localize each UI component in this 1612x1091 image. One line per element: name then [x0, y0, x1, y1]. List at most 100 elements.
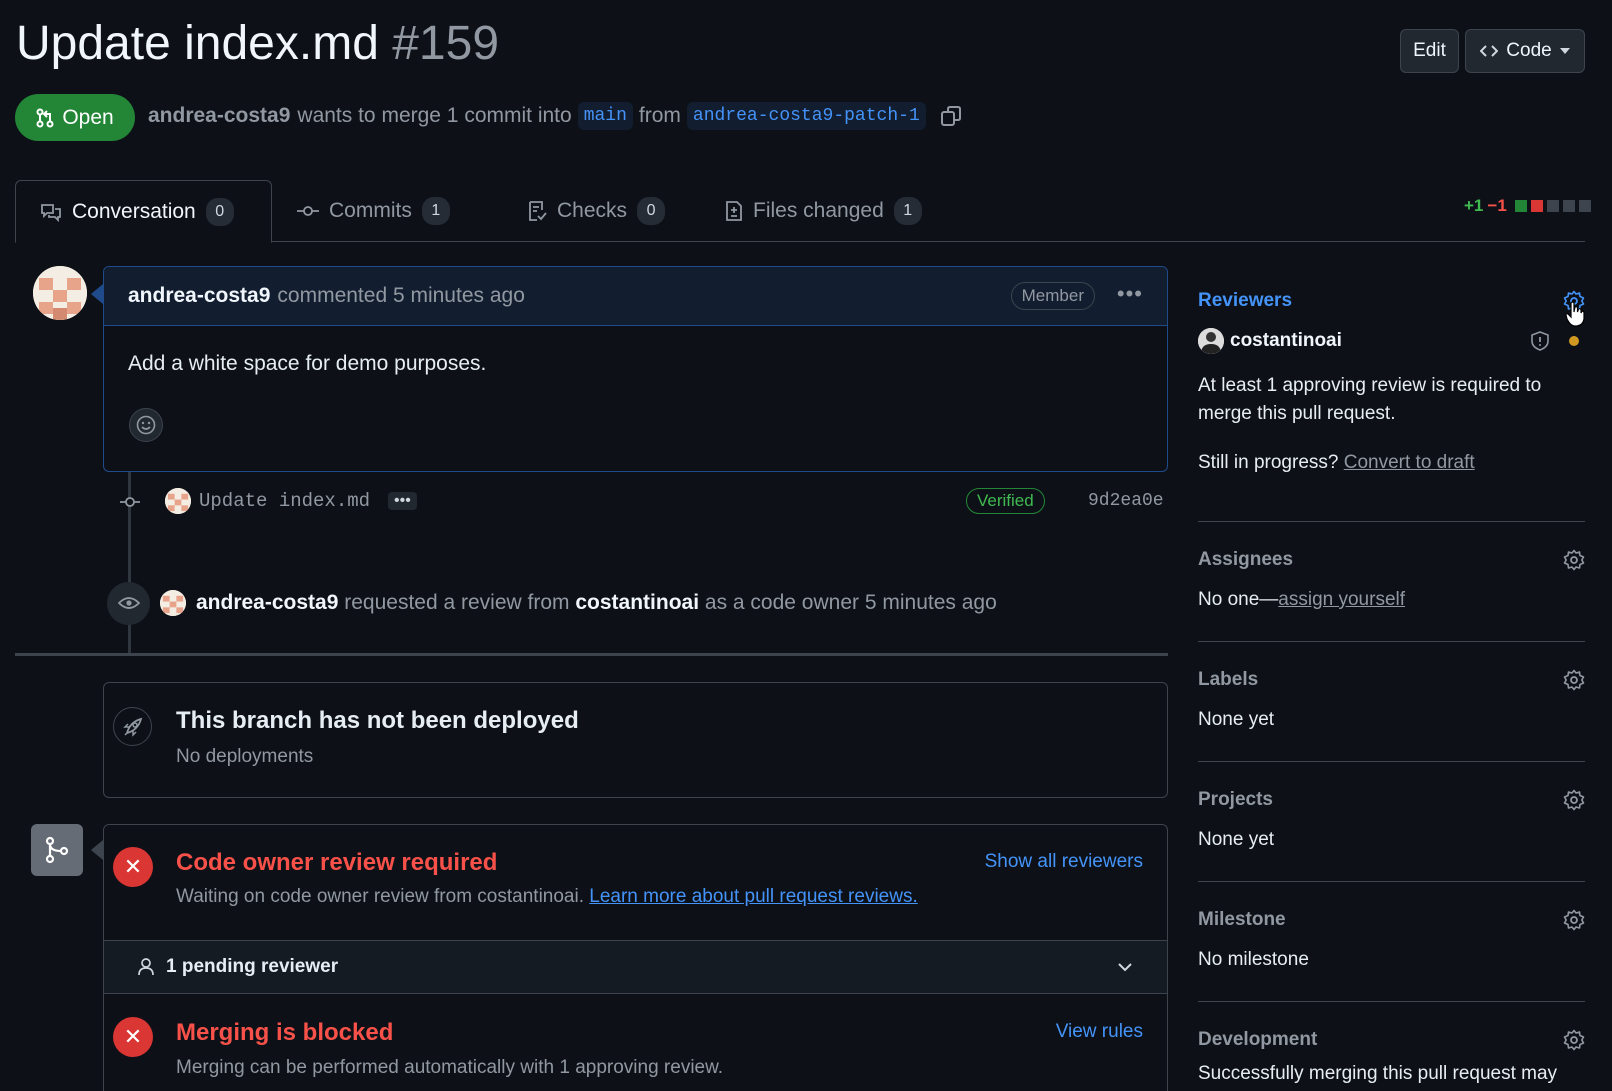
comment-box: andrea-costa9 commented 5 minutes ago Me…	[103, 266, 1168, 472]
tab-commits[interactable]: Commits 1	[273, 180, 474, 242]
pr-number: #159	[392, 17, 500, 70]
comment-timestamp: commented 5 minutes ago	[277, 284, 525, 307]
edit-button-label: Edit	[1413, 40, 1446, 61]
tab-checks[interactable]: Checks 0	[503, 180, 689, 242]
tab-files-changed[interactable]: Files changed 1	[701, 180, 946, 242]
eye-icon	[107, 581, 150, 625]
event-actor-link[interactable]: andrea-costa9	[196, 591, 338, 614]
pr-state-label: Open	[62, 105, 114, 129]
code-button[interactable]: Code	[1465, 29, 1585, 73]
event-reviewer-link[interactable]: costantinoai	[575, 591, 699, 614]
pending-reviewer-label: 1 pending reviewer	[166, 956, 339, 977]
code-icon	[1480, 43, 1499, 59]
gear-icon[interactable]	[1563, 1029, 1585, 1051]
comment-pointer	[91, 284, 103, 304]
pr-title-text: Update index.md	[16, 17, 379, 70]
event-time: as a code owner 5 minutes ago	[704, 591, 997, 614]
verified-badge[interactable]: Verified	[966, 488, 1045, 514]
pr-tabs: Conversation 0 Commits 1 Checks 0 Files …	[15, 180, 1585, 243]
development-title: Development	[1198, 1029, 1318, 1050]
tab-conversation-count: 0	[205, 197, 234, 226]
diffstat-block-neutral	[1546, 200, 1559, 212]
hand-cursor-icon	[1565, 301, 1585, 327]
comment-discussion-icon	[40, 202, 62, 222]
draft-row: Still in progress? Convert to draft	[1198, 452, 1585, 474]
chevron-down-icon[interactable]	[1117, 962, 1133, 972]
sidebar-reviewers: Reviewers costantinoai At least 1 approv…	[1198, 290, 1585, 522]
avatar[interactable]	[1198, 328, 1224, 354]
commit-message-link[interactable]: Update index.md	[199, 490, 370, 512]
projects-value: None yet	[1198, 829, 1275, 850]
gear-icon[interactable]	[1563, 789, 1585, 811]
milestone-title: Milestone	[1198, 909, 1286, 930]
show-all-reviewers-link[interactable]: Show all reviewers	[985, 851, 1143, 873]
gear-icon[interactable]	[1563, 669, 1585, 691]
kebab-horizontal-icon[interactable]: •••	[1117, 281, 1143, 307]
gear-icon[interactable]	[1563, 909, 1585, 931]
projects-header[interactable]: Projects	[1198, 789, 1585, 811]
draft-prefix: Still in progress?	[1198, 452, 1339, 473]
development-header[interactable]: Development	[1198, 1029, 1585, 1051]
commit-ellipsis-button[interactable]: •••	[388, 492, 417, 510]
lines-added: +1	[1464, 196, 1484, 215]
avatar[interactable]	[160, 590, 186, 616]
head-branch[interactable]: andrea-costa9-patch-1	[686, 102, 926, 130]
diffstat-block-added	[1514, 200, 1527, 212]
diffstat: +1 −1	[1464, 196, 1591, 216]
projects-title: Projects	[1198, 789, 1273, 810]
tab-conversation-label: Conversation	[72, 199, 196, 223]
copy-icon[interactable]	[940, 105, 962, 127]
base-branch[interactable]: main	[577, 102, 633, 130]
development-value: Successfully merging this pull request m…	[1198, 1063, 1558, 1084]
milestone-header[interactable]: Milestone	[1198, 909, 1585, 931]
assignees-title: Assignees	[1198, 549, 1294, 570]
sidebar-development: Development Successfully merging this pu…	[1198, 1029, 1585, 1091]
merge-box-pointer	[91, 840, 103, 860]
learn-more-link[interactable]: Learn more about pull request reviews.	[589, 886, 917, 907]
diffstat-block-neutral	[1562, 200, 1575, 212]
lines-removed: −1	[1487, 196, 1507, 215]
merge-text: wants to merge 1 commit into	[297, 104, 572, 127]
merging-blocked-subtitle: Merging can be performed automatically w…	[176, 1057, 724, 1078]
diffstat-block-removed	[1530, 200, 1543, 212]
caret-down-icon	[1559, 48, 1570, 54]
tab-conversation[interactable]: Conversation 0	[15, 180, 272, 243]
pr-author-link[interactable]: andrea-costa9	[148, 104, 290, 128]
pending-reviewers-row[interactable]: 1 pending reviewer	[104, 940, 1167, 994]
smiley-icon[interactable]	[129, 408, 163, 442]
assignees-value: No one—assign yourself	[1198, 589, 1585, 611]
view-rules-link[interactable]: View rules	[1056, 1021, 1143, 1043]
edit-button[interactable]: Edit	[1400, 29, 1459, 73]
x-circle-icon: ✕	[113, 847, 153, 887]
timeline-divider	[15, 653, 1168, 656]
git-merge-icon	[31, 824, 83, 876]
labels-value: None yet	[1198, 709, 1275, 730]
member-badge: Member	[1010, 282, 1095, 310]
deploy-title: This branch has not been deployed	[176, 707, 579, 734]
labels-header[interactable]: Labels	[1198, 669, 1585, 691]
convert-to-draft-link[interactable]: Convert to draft	[1344, 452, 1475, 473]
code-owner-subtitle: Waiting on code owner review from costan…	[176, 886, 918, 908]
gear-icon[interactable]	[1563, 549, 1585, 571]
tab-files-changed-count: 1	[893, 197, 922, 225]
git-pull-request-icon	[36, 108, 54, 128]
assignees-prefix: No one—	[1198, 589, 1279, 610]
avatar[interactable]	[165, 488, 191, 514]
avatar[interactable]	[33, 266, 87, 320]
assignees-header[interactable]: Assignees	[1198, 549, 1585, 571]
reviewer-name[interactable]: costantinoai	[1230, 330, 1342, 352]
comment-author-link[interactable]: andrea-costa9	[128, 284, 270, 308]
pr-title: Update index.md #159	[16, 16, 499, 71]
file-diff-icon	[725, 200, 743, 222]
review-requested-event: andrea-costa9 requested a review from co…	[107, 581, 1167, 625]
merge-status-box: ✕ Code owner review required Show all re…	[103, 824, 1168, 1091]
reviewers-header[interactable]: Reviewers	[1198, 290, 1585, 312]
sidebar-labels: Labels None yet	[1198, 669, 1585, 762]
milestone-value: No milestone	[1198, 949, 1309, 970]
shield-icon	[1531, 331, 1549, 351]
sidebar-projects: Projects None yet	[1198, 789, 1585, 882]
pending-dot-icon	[1569, 336, 1579, 346]
commit-sha-link[interactable]: 9d2ea0e	[1088, 491, 1164, 511]
pr-state-badge: Open	[15, 94, 135, 141]
assign-yourself-link[interactable]: assign yourself	[1278, 589, 1405, 610]
